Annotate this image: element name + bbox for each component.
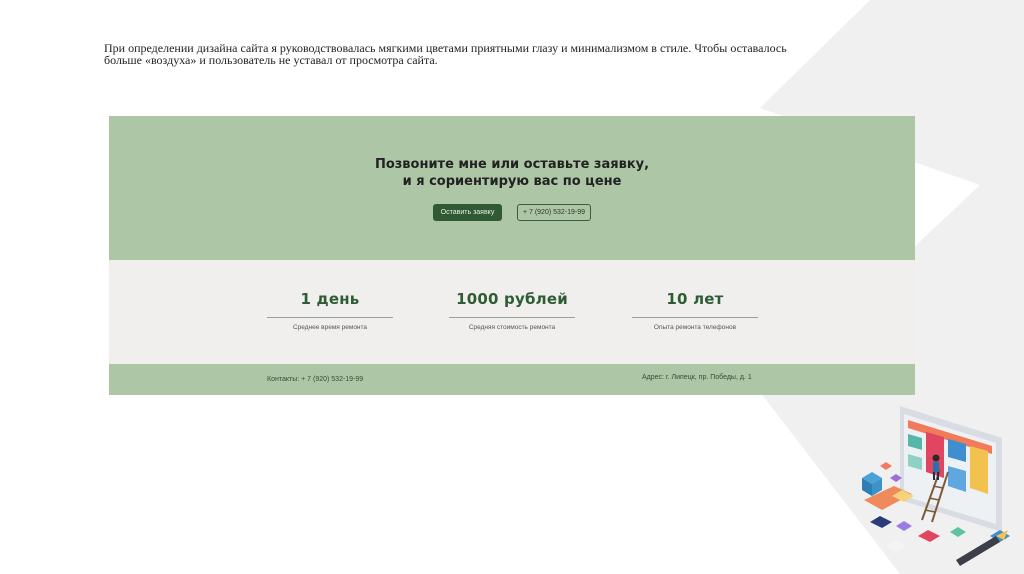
- footer-contacts[interactable]: Контакты: + 7 (920) 532-19-99: [267, 376, 363, 383]
- hero-title: Позвоните мне или оставьте заявку, и я с…: [109, 156, 915, 190]
- request-button[interactable]: Оставить заявку: [433, 204, 502, 221]
- stat-caption: Средняя стоимость ремонта: [468, 324, 556, 331]
- stat-divider: [267, 317, 393, 318]
- stat-divider: [449, 317, 575, 318]
- footer-section: Контакты: + 7 (920) 532-19-99 Адрес: г. …: [109, 364, 915, 395]
- hero-section: Позвоните мне или оставьте заявку, и я с…: [109, 116, 915, 260]
- stat-caption: Среднее время ремонта: [292, 324, 368, 331]
- monitor-icon: [900, 406, 1006, 540]
- web-design-illustration-icon: [862, 406, 1010, 566]
- stat-caption: Опыта ремонта телефонов: [653, 324, 737, 331]
- intro-line-2: больше «воздуха» и пользователь не устав…: [104, 53, 438, 67]
- stat-divider: [632, 317, 758, 318]
- pencil-icon: [956, 530, 1008, 566]
- hero-title-line-2: и я сориентирую вас по цене: [402, 174, 622, 189]
- stat-value: 10 лет: [666, 290, 724, 308]
- footer-address: Адрес: г. Липецк, пр. Победы, д. 1: [642, 374, 752, 381]
- stat-value: 1000 рублей: [456, 290, 568, 308]
- intro-text: При определении дизайна сайта я руководс…: [104, 42, 904, 66]
- phone-button[interactable]: + 7 (920) 532-19-99: [517, 204, 591, 221]
- website-mockup: Позвоните мне или оставьте заявку, и я с…: [109, 116, 915, 395]
- stats-section: 1 день Среднее время ремонта 1000 рублей…: [109, 260, 915, 364]
- stat-value: 1 день: [300, 290, 360, 308]
- hero-title-line-1: Позвоните мне или оставьте заявку,: [374, 157, 650, 172]
